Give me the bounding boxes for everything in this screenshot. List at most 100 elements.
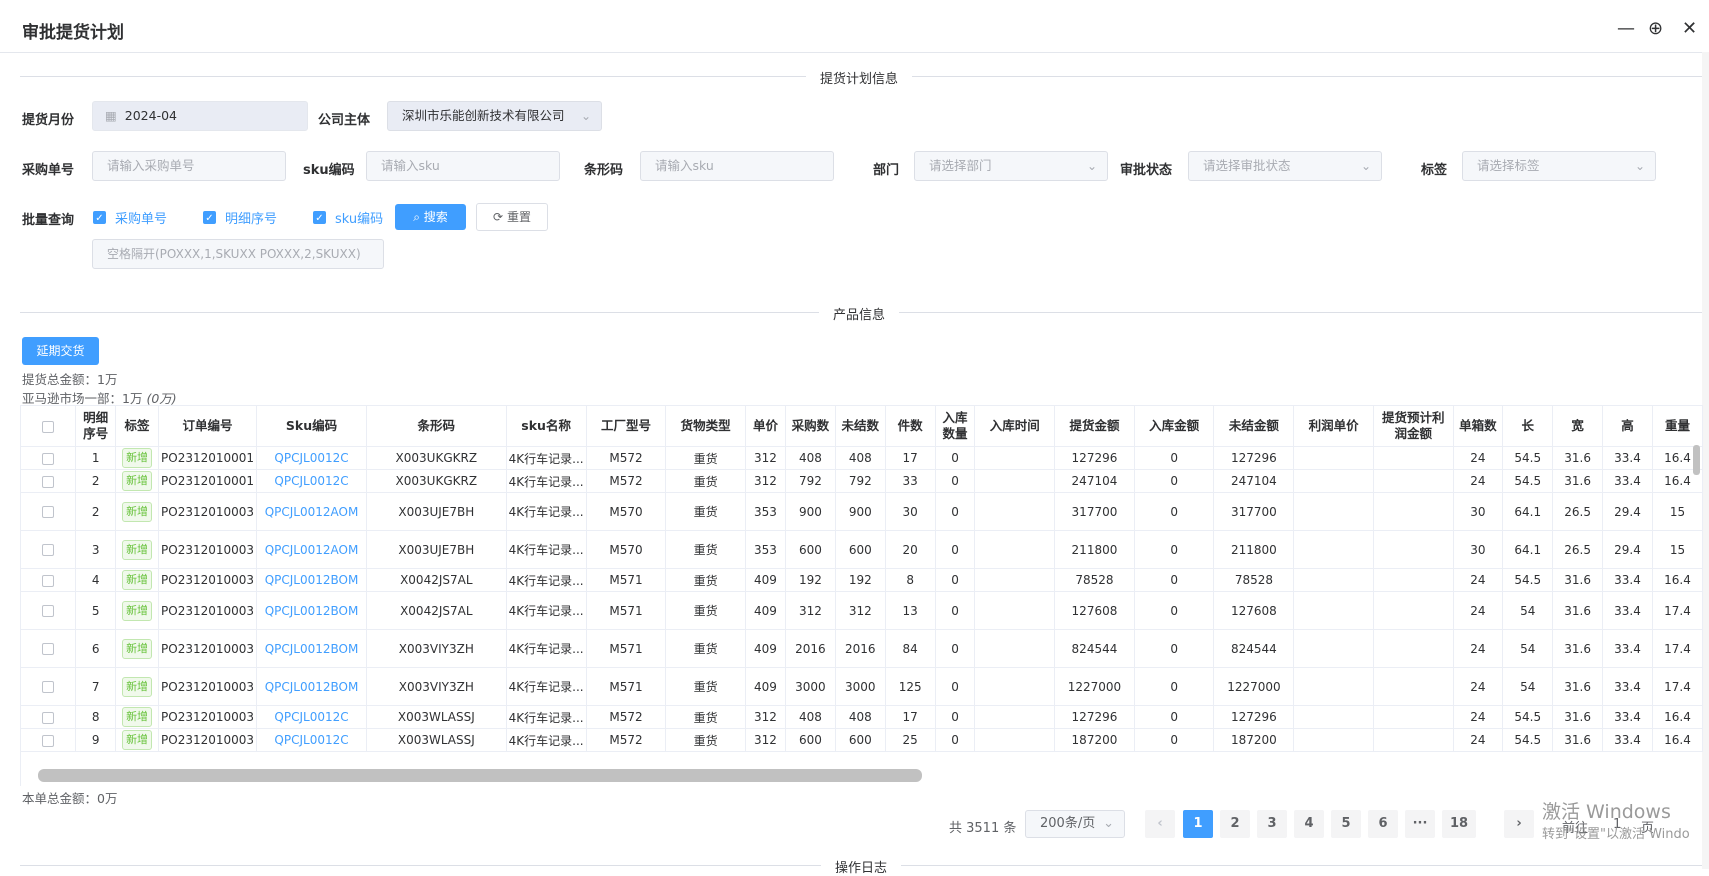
batch-query-input[interactable]: 空格隔开(POXXX,1,SKUXX POXXX,2,SKUXX) (92, 239, 384, 269)
column-header: sku名称 (506, 406, 587, 447)
column-header: 采购数 (785, 406, 836, 447)
cell-pcs: 33 (885, 469, 936, 493)
cell-sku[interactable]: QPCJL0012BOM (256, 568, 367, 592)
table-row[interactable]: 3 新增 PO2312010003 QPCJL0012AOM X003UJE7BH 4K行… (21, 530, 1703, 569)
po-input[interactable]: 请输入采购单号 (92, 151, 286, 181)
cell-price: 312 (745, 446, 786, 470)
zoom-in-icon[interactable]: ⊕ (1648, 18, 1663, 39)
cell-name: 4K行车记录... (506, 667, 587, 706)
search-icon: ⌕ (413, 210, 420, 224)
checkbox-line-no-label[interactable]: 明细序号 (225, 208, 277, 227)
row-checkbox-cell (21, 705, 77, 729)
company-select[interactable]: 深圳市乐能创新技术有限公司 ⌄ (387, 101, 602, 131)
row-checkbox[interactable] (42, 475, 55, 488)
section-title-product-info: 产品信息 (819, 304, 900, 323)
table-row[interactable]: 4 新增 PO2312010003 QPCJL0012BOM X0042JS7AL 4K行… (21, 568, 1703, 592)
status-select[interactable]: 请选择审批状态 ⌄ (1188, 151, 1382, 181)
dept-select[interactable]: 请选择部门 ⌄ (914, 151, 1108, 181)
cell-in_amt: 0 (1134, 667, 1215, 706)
search-button[interactable]: ⌕ 搜索 (395, 204, 466, 230)
table-row[interactable]: 7 新增 PO2312010003 QPCJL0012BOM X003VIY3ZH 4K行… (21, 667, 1703, 706)
checkbox-sku-label[interactable]: sku编码 (335, 208, 383, 227)
cell-sku[interactable]: QPCJL0012BOM (256, 629, 367, 668)
cell-sku[interactable]: QPCJL0012BOM (256, 591, 367, 630)
page-button[interactable]: 18 (1442, 810, 1476, 838)
minimize-icon[interactable]: — (1617, 18, 1635, 39)
cell-sku[interactable]: QPCJL0012AOM (256, 530, 367, 569)
cell-sku[interactable]: QPCJL0012BOM (256, 667, 367, 706)
table-row[interactable]: 8 新增 PO2312010003 QPCJL0012C X003WLASSJ 4K行车记… (21, 705, 1703, 729)
table-row[interactable]: 9 新增 PO2312010003 QPCJL0012C X003WLASSJ 4K行车记… (21, 728, 1703, 752)
barcode-input[interactable]: 请输入sku (640, 151, 834, 181)
table-row[interactable]: 6 新增 PO2312010003 QPCJL0012BOM X003VIY3ZH 4K行… (21, 629, 1703, 668)
cell-h: 33.4 (1602, 705, 1653, 729)
row-checkbox-cell (21, 591, 77, 630)
page-button[interactable]: ··· (1405, 810, 1435, 838)
cell-no: 9 (75, 728, 117, 752)
windows-activation-hint: 转到"设置"以激活 Windo (1542, 827, 1690, 842)
cell-w: 26.5 (1552, 530, 1604, 569)
reset-button[interactable]: ⟳ 重置 (476, 203, 548, 231)
cell-sku[interactable]: QPCJL0012C (256, 469, 367, 493)
cell-l: 54 (1502, 629, 1554, 668)
row-checkbox[interactable] (42, 681, 55, 693)
page-button[interactable]: 4 (1294, 810, 1324, 838)
cell-no: 7 (75, 667, 117, 706)
checkbox-line-no[interactable]: ✓ (203, 211, 216, 224)
cell-profit (1373, 469, 1454, 493)
cell-tag: 新增 (115, 667, 160, 706)
cell-amount: 127296 (1054, 446, 1135, 470)
cell-in_time (974, 667, 1056, 706)
table-row[interactable]: 2 新增 PO2312010001 QPCJL0012C X003UKGKRZ 4K行车记… (21, 469, 1703, 493)
month-picker[interactable]: ▦ 2024-04 (92, 101, 308, 131)
checkbox-po[interactable]: ✓ (93, 211, 106, 224)
cell-sku[interactable]: QPCJL0012C (256, 705, 367, 729)
column-header: 重量 (1652, 406, 1703, 447)
table-row[interactable]: 1 新增 PO2312010001 QPCJL0012C X003UKGKRZ 4K行车记… (21, 446, 1703, 470)
cell-price: 409 (745, 568, 786, 592)
page-size-select[interactable]: 200条/页 ⌄ (1025, 810, 1125, 838)
status-badge: 新增 (122, 448, 153, 468)
cell-wt: 17.4 (1652, 667, 1703, 706)
row-checkbox[interactable] (42, 452, 55, 465)
close-icon[interactable]: ✕ (1682, 18, 1697, 39)
page-button[interactable]: 1 (1183, 810, 1213, 838)
next-page-button[interactable]: › (1504, 810, 1534, 838)
row-checkbox[interactable] (42, 711, 55, 724)
checkbox-sku[interactable]: ✓ (313, 211, 326, 224)
search-button-label: 搜索 (423, 210, 448, 224)
table-row[interactable]: 2 新增 PO2312010003 QPCJL0012AOM X003UJE7BH 4K行… (21, 492, 1703, 531)
row-checkbox[interactable] (42, 643, 55, 655)
tag-select[interactable]: 请选择标签 ⌄ (1462, 151, 1656, 181)
cell-open: 900 (835, 492, 886, 531)
table-vertical-scrollbar[interactable] (1693, 445, 1700, 475)
cell-open_amt: 127608 (1213, 591, 1295, 630)
cell-sku[interactable]: QPCJL0012AOM (256, 492, 367, 531)
cell-sku[interactable]: QPCJL0012C (256, 728, 367, 752)
cell-sku[interactable]: QPCJL0012C (256, 446, 367, 470)
page-button[interactable]: 3 (1257, 810, 1287, 838)
page-button[interactable]: 2 (1220, 810, 1250, 838)
checkbox-po-label[interactable]: 采购单号 (115, 208, 167, 227)
extend-delivery-button[interactable]: 延期交货 (22, 337, 99, 365)
status-badge: 新增 (122, 707, 153, 727)
cell-name: 4K行车记录... (506, 705, 587, 729)
cell-type: 重货 (665, 705, 747, 729)
page-button[interactable]: 6 (1368, 810, 1398, 838)
dialog-scrollbar[interactable] (1702, 52, 1709, 869)
cell-in: 0 (935, 469, 976, 493)
select-all-checkbox[interactable] (42, 420, 55, 433)
row-checkbox[interactable] (42, 574, 55, 587)
page-button[interactable]: 5 (1331, 810, 1361, 838)
table-horizontal-scrollbar[interactable] (38, 769, 922, 782)
row-checkbox[interactable] (42, 734, 55, 747)
cell-type: 重货 (665, 568, 747, 592)
row-checkbox[interactable] (42, 544, 55, 556)
company-value: 深圳市乐能创新技术有限公司 (402, 108, 565, 123)
cell-box: 24 (1453, 591, 1504, 630)
row-checkbox[interactable] (42, 605, 55, 617)
row-checkbox[interactable] (42, 506, 55, 518)
sku-input[interactable]: 请输入sku (366, 151, 560, 181)
prev-page-button[interactable]: ‹ (1145, 810, 1175, 838)
table-row[interactable]: 5 新增 PO2312010003 QPCJL0012BOM X0042JS7AL 4K行… (21, 591, 1703, 630)
